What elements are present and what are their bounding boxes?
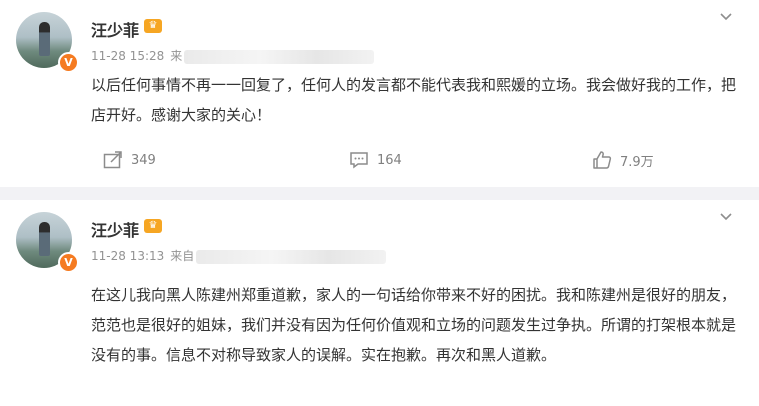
- comment-button[interactable]: 164: [349, 146, 402, 174]
- post-text: 以后任何事情不再一一回复了，任何人的发言都不能代表我和熙媛的立场。我会做好我的工…: [91, 76, 737, 124]
- post-source-prefix: 来自: [170, 249, 195, 263]
- verified-v-icon: V: [58, 52, 79, 73]
- blurred-source: [184, 49, 375, 64]
- avatar-figure: [39, 222, 50, 256]
- avatar-figure: [39, 22, 50, 56]
- chevron-down-icon[interactable]: [719, 210, 733, 224]
- repost-button[interactable]: 349: [103, 146, 156, 174]
- post-source-prefix: 来: [170, 49, 183, 63]
- like-count: 7.9万: [620, 154, 654, 170]
- vip-crown-icon[interactable]: ♛: [144, 219, 162, 233]
- like-button[interactable]: 7.9万: [592, 146, 654, 174]
- post-meta: 11-28 13:13 来自: [91, 247, 387, 264]
- post-card: V 汪少菲 ♛ 11-28 13:13 来自 在这儿我向黑人陈建州郑重道歉，家人的…: [0, 200, 759, 406]
- blurred-source: [196, 249, 387, 264]
- chevron-down-icon[interactable]: [719, 10, 733, 24]
- post-time[interactable]: 11-28 15:28: [91, 49, 164, 63]
- post-text: 在这儿我向黑人陈建州郑重道歉，家人的一句话给你带来不好的困扰。我和陈建州是很好的…: [91, 286, 737, 364]
- repost-count: 349: [131, 152, 156, 168]
- verified-v-icon: V: [58, 252, 79, 273]
- thumbs-up-icon: [593, 151, 612, 169]
- vip-crown-icon[interactable]: ♛: [144, 19, 162, 33]
- post-card: V 汪少菲 ♛ 11-28 15:28 来 以后任何事情不再一一回复了，任何人的发…: [0, 0, 759, 187]
- post-actions: 349 164 7.9万: [0, 146, 759, 174]
- post-meta: 11-28 15:28 来: [91, 47, 375, 64]
- username[interactable]: 汪少菲: [91, 217, 139, 241]
- repost-icon: [103, 151, 122, 169]
- comment-icon: [350, 152, 368, 169]
- post-time[interactable]: 11-28 13:13: [91, 249, 164, 263]
- feed-separator: [0, 187, 759, 200]
- weibo-feed: V 汪少菲 ♛ 11-28 15:28 来 以后任何事情不再一一回复了，任何人的发…: [0, 0, 759, 406]
- username[interactable]: 汪少菲: [91, 17, 139, 41]
- comment-count: 164: [377, 152, 402, 168]
